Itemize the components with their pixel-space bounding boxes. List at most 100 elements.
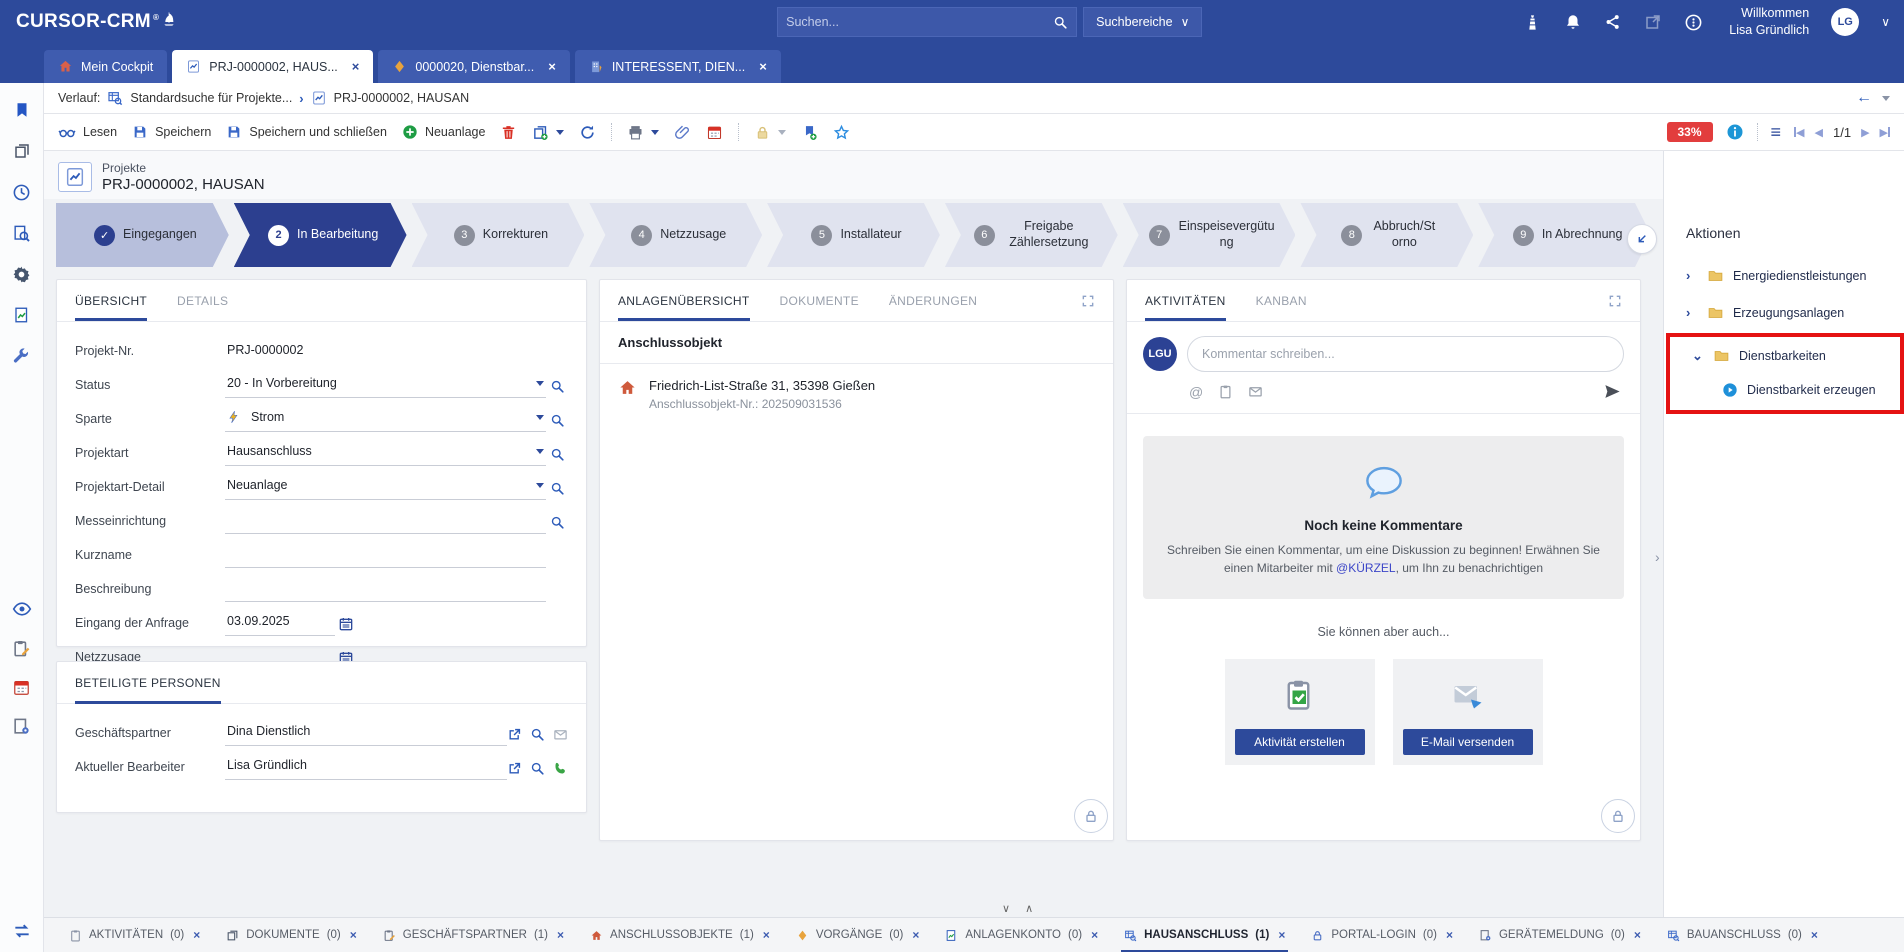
tab-anlagenuebersicht[interactable]: ANLAGENÜBERSICHT xyxy=(618,280,750,321)
document-search-icon[interactable] xyxy=(11,222,33,244)
search-icon[interactable] xyxy=(1053,15,1068,30)
tab-aenderungen[interactable]: ÄNDERUNGEN xyxy=(889,280,977,321)
dropdown-caret-icon[interactable] xyxy=(536,415,544,420)
tab-dokumente[interactable]: DOKUMENTE xyxy=(780,280,859,321)
search-icon[interactable] xyxy=(530,761,545,776)
panel-collapse-chevron-icon[interactable]: › xyxy=(1655,549,1660,565)
process-step-eingegangen[interactable]: ✓ Eingegangen xyxy=(56,203,229,267)
footer-tab-hausanschluss[interactable]: HAUSANSCHLUSS(1) × xyxy=(1111,918,1298,952)
actions-folder-dienstbarkeiten[interactable]: ⌄ Dienstbarkeiten xyxy=(1670,337,1900,374)
search-icon[interactable] xyxy=(546,515,568,534)
tab-details[interactable]: DETAILS xyxy=(177,280,228,321)
history-clock-icon[interactable] xyxy=(11,181,33,203)
process-step-in-bearbeitung[interactable]: 2 In Bearbeitung xyxy=(234,203,407,267)
windows-icon[interactable] xyxy=(11,140,33,162)
action-dienstbarkeit-erzeugen[interactable]: Dienstbarkeit erzeugen xyxy=(1670,374,1900,410)
search-icon[interactable] xyxy=(546,379,568,398)
actions-folder-erzeugungsanlagen[interactable]: › Erzeugungsanlagen xyxy=(1664,294,1904,331)
close-icon[interactable]: × xyxy=(1634,928,1641,942)
read-button[interactable]: Lesen xyxy=(58,123,117,141)
footer-tab-anlagenkonto[interactable]: ANLAGENKONTO(0) × xyxy=(932,918,1111,952)
lock-icon[interactable] xyxy=(1601,799,1635,833)
comment-input[interactable] xyxy=(1187,336,1624,372)
tab-beteiligte-personen[interactable]: BETEILIGTE PERSONEN xyxy=(75,662,221,704)
settings-gear-icon[interactable] xyxy=(11,263,33,285)
footer-tab-geschaeftspartner[interactable]: GESCHÄFTSPARTNER(1) × xyxy=(370,918,577,952)
close-icon[interactable]: × xyxy=(1446,928,1453,942)
send-comment-icon[interactable] xyxy=(1603,382,1622,401)
messeinrichtung-input[interactable] xyxy=(225,510,546,534)
close-icon[interactable]: × xyxy=(352,59,360,74)
global-search[interactable] xyxy=(777,7,1077,37)
process-step-korrekturen[interactable]: 3 Korrekturen xyxy=(412,203,585,267)
lock-icon[interactable] xyxy=(1074,799,1108,833)
last-page-button[interactable]: ▶ xyxy=(1880,126,1890,139)
mention-at-icon[interactable]: @ xyxy=(1189,384,1203,400)
close-icon[interactable]: × xyxy=(548,59,556,74)
process-step-in-abrechnung[interactable]: 9 In Abrechnung xyxy=(1478,203,1651,267)
close-icon[interactable]: × xyxy=(193,928,200,942)
favorite-button[interactable] xyxy=(833,124,850,141)
delete-button[interactable] xyxy=(500,124,517,141)
close-icon[interactable]: × xyxy=(1811,928,1818,942)
save-close-button[interactable]: Speichern und schließen xyxy=(226,124,387,140)
email-icon[interactable] xyxy=(553,727,568,742)
phone-icon[interactable] xyxy=(553,761,568,776)
process-step-einspeiseverguetung[interactable]: 7 Einspeisevergütung xyxy=(1123,203,1296,267)
task-clipboard-icon[interactable] xyxy=(1218,384,1233,399)
share-icon[interactable] xyxy=(1604,13,1622,31)
prev-page-button[interactable]: ◀ xyxy=(1815,126,1823,139)
tab-uebersicht[interactable]: ÜBERSICHT xyxy=(75,280,147,321)
calendar-icon[interactable] xyxy=(335,616,357,636)
print-dropdown-caret-icon[interactable] xyxy=(651,130,659,135)
search-icon[interactable] xyxy=(546,481,568,500)
first-page-button[interactable]: ◀ xyxy=(1794,126,1804,139)
kurzname-input[interactable] xyxy=(225,544,546,568)
tools-wrench-icon[interactable] xyxy=(11,345,33,367)
expand-icon[interactable] xyxy=(1081,293,1095,308)
close-icon[interactable]: × xyxy=(912,928,919,942)
collapse-process-button[interactable] xyxy=(1627,224,1657,254)
chevron-right-icon[interactable]: › xyxy=(1686,305,1698,320)
subscribe-button[interactable] xyxy=(801,124,818,141)
new-record-button[interactable]: Neuanlage xyxy=(402,124,485,140)
close-icon[interactable]: × xyxy=(1091,928,1098,942)
projektart-detail-input[interactable]: Neuanlage xyxy=(225,476,546,500)
status-input[interactable]: 20 - In Vorbereitung xyxy=(225,374,546,398)
footer-tab-dokumente[interactable]: DOKUMENTE(0) × xyxy=(213,918,370,952)
open-record-icon[interactable] xyxy=(507,727,522,742)
chevron-right-icon[interactable]: › xyxy=(1686,268,1698,283)
footer-tab-geraetemeldung[interactable]: GERÄTEMELDUNG(0) × xyxy=(1466,918,1654,952)
process-step-abbruch-storno[interactable]: 8 Abbruch/Storno xyxy=(1300,203,1473,267)
geschaeftspartner-input[interactable]: Dina Dienstlich xyxy=(225,722,507,746)
search-icon[interactable] xyxy=(546,413,568,432)
email-icon[interactable] xyxy=(1248,384,1263,399)
anschlussobjekt-item[interactable]: Friedrich-List-Straße 31, 35398 Gießen A… xyxy=(600,364,1113,425)
clipboard-edit-icon[interactable] xyxy=(11,637,33,659)
create-activity-tile[interactable]: Aktivität erstellen xyxy=(1225,659,1375,765)
user-menu-chevron-icon[interactable]: ∨ xyxy=(1881,15,1890,29)
notifications-bell-icon[interactable] xyxy=(1564,13,1582,31)
more-options-icon[interactable] xyxy=(1684,13,1703,32)
breadcrumb-search-link[interactable]: Standardsuche für Projekte... xyxy=(130,91,292,105)
tab-aktivitaeten[interactable]: AKTIVITÄTEN xyxy=(1145,280,1226,321)
calendar-red-icon[interactable] xyxy=(11,676,33,698)
history-dropdown-caret-icon[interactable] xyxy=(1882,96,1890,101)
calendar-button[interactable] xyxy=(706,124,723,141)
send-email-button[interactable]: E-Mail versenden xyxy=(1403,729,1533,755)
tab-mein-cockpit[interactable]: Mein Cockpit xyxy=(44,50,167,83)
process-step-installateur[interactable]: 5 Installateur xyxy=(767,203,940,267)
info-icon[interactable] xyxy=(1726,123,1744,141)
refresh-button[interactable] xyxy=(579,124,596,141)
eingang-anfrage-input[interactable]: 03.09.2025 xyxy=(225,612,335,636)
collapse-footer-chevrons[interactable]: ∨ ∧ xyxy=(1002,902,1039,915)
copy-dropdown-caret-icon[interactable] xyxy=(556,130,564,135)
watch-eye-icon[interactable] xyxy=(11,598,33,620)
avatar[interactable]: LG xyxy=(1831,8,1859,36)
next-page-button[interactable]: ▶ xyxy=(1861,126,1869,139)
search-scope-button[interactable]: Suchbereiche ∨ xyxy=(1083,7,1202,37)
send-email-tile[interactable]: E-Mail versenden xyxy=(1393,659,1543,765)
process-step-freigabe-zaehlersetzung[interactable]: 6 Freigabe Zählersetzung xyxy=(945,203,1118,267)
lighthouse-icon[interactable] xyxy=(1523,13,1542,32)
tab-projekt[interactable]: PRJ-0000002, HAUS... × xyxy=(172,50,373,83)
